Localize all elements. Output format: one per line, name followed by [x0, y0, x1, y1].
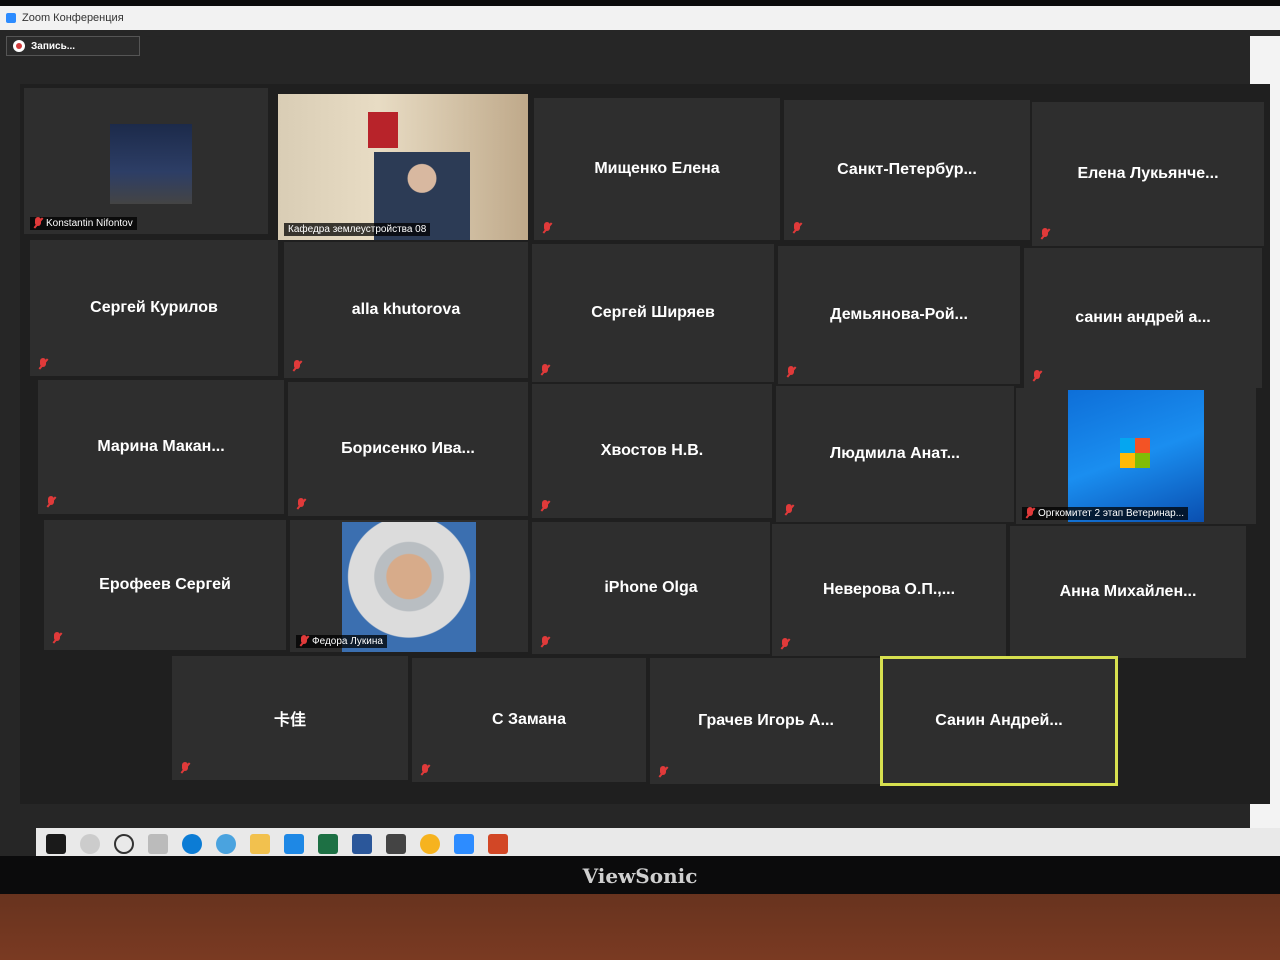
- mic-muted-icon: [38, 358, 48, 370]
- mic-muted-icon: [299, 635, 309, 647]
- monitor-brand: ViewSonic: [582, 864, 698, 888]
- participant-name: alla khutorova: [351, 301, 461, 318]
- participant-tile[interactable]: Хвостов Н.В.: [532, 384, 772, 518]
- participant-video: [110, 124, 192, 204]
- mic-muted-icon: [292, 360, 302, 372]
- 1c-icon[interactable]: [420, 834, 440, 854]
- mic-muted-icon: [780, 638, 790, 650]
- participant-tile[interactable]: Федора Лукина: [290, 520, 528, 652]
- start-icon[interactable]: [46, 834, 66, 854]
- task-view-icon[interactable]: [148, 834, 168, 854]
- mic-muted-icon: [1032, 370, 1042, 382]
- store-icon[interactable]: [386, 834, 406, 854]
- mic-muted-icon: [33, 217, 43, 229]
- mic-muted-icon: [540, 364, 550, 376]
- zoom-taskbar-icon[interactable]: [454, 834, 474, 854]
- excel-icon[interactable]: [318, 834, 338, 854]
- participant-tile[interactable]: alla khutorova: [284, 242, 528, 378]
- participant-name: Грачев Игорь А...: [698, 712, 834, 729]
- participant-name: Хвостов Н.В.: [600, 442, 704, 459]
- participant-name: Сергей Курилов: [90, 299, 218, 316]
- mic-muted-icon: [296, 498, 306, 510]
- coat-of-arms-icon: [368, 112, 398, 148]
- mic-muted-icon: [786, 366, 796, 378]
- search-icon[interactable]: [80, 834, 100, 854]
- gallery-view: Konstantin Nifontov Кафедра землеустройс…: [20, 84, 1270, 804]
- participant-tile[interactable]: Анна Михайлен...: [1010, 526, 1246, 658]
- mic-muted-icon: [1025, 507, 1035, 519]
- window-title: Zoom Конференция: [22, 12, 124, 24]
- participant-label: Konstantin Nifontov: [30, 217, 137, 230]
- edge-icon[interactable]: [182, 834, 202, 854]
- participant-name: Борисенко Ива...: [341, 440, 475, 457]
- active-speaker-tile[interactable]: Санин Андрей...: [880, 656, 1118, 786]
- record-icon: [13, 40, 25, 52]
- mic-muted-icon: [542, 222, 552, 234]
- participant-name: Демьянова-Рой...: [830, 306, 968, 323]
- mail-icon[interactable]: [284, 834, 304, 854]
- participant-name: С Замана: [491, 711, 566, 728]
- mic-muted-icon: [784, 504, 794, 516]
- window-titlebar: Zoom Конференция: [0, 6, 1280, 30]
- participant-tile[interactable]: Елена Лукьянче...: [1032, 102, 1264, 246]
- participant-tile[interactable]: Грачев Игорь А...: [650, 658, 882, 784]
- participant-tile[interactable]: Неверова О.П.,...: [772, 524, 1006, 656]
- participant-name: iPhone Olga: [604, 579, 698, 596]
- participant-name: Мищенко Елена: [594, 160, 720, 177]
- participant-tile[interactable]: 卡佳: [172, 656, 408, 780]
- participant-video: [342, 522, 476, 652]
- participant-tile[interactable]: Мищенко Елена: [534, 98, 780, 240]
- participant-tile[interactable]: iPhone Olga: [532, 522, 770, 654]
- participant-name: Санкт-Петербур...: [837, 161, 977, 178]
- windows-logo-icon: [1120, 438, 1150, 468]
- recording-label: Запись...: [31, 40, 76, 52]
- cortana-icon[interactable]: [114, 834, 134, 854]
- participant-tile[interactable]: Кафедра землеустройства 08: [278, 94, 528, 240]
- participant-name: Елена Лукьянче...: [1077, 165, 1219, 182]
- participant-name: 卡佳: [273, 712, 306, 729]
- participant-name: Неверова О.П.,...: [822, 581, 956, 598]
- mic-muted-icon: [540, 636, 550, 648]
- participant-name: Марина Макан...: [97, 438, 225, 455]
- participant-tile[interactable]: С Замана: [412, 658, 646, 782]
- participant-label: Федора Лукина: [296, 635, 387, 648]
- powerpoint-icon[interactable]: [488, 834, 508, 854]
- ie-icon[interactable]: [216, 834, 236, 854]
- participant-name: санин андрей а...: [1075, 309, 1211, 326]
- participant-tile[interactable]: Людмила Анат...: [776, 386, 1014, 522]
- participant-name: Ерофеев Сергей: [99, 576, 231, 593]
- participant-name: Сергей Ширяев: [591, 304, 715, 321]
- mic-muted-icon: [180, 762, 190, 774]
- mic-muted-icon: [420, 764, 430, 776]
- word-icon[interactable]: [352, 834, 372, 854]
- mic-muted-icon: [1040, 228, 1050, 240]
- mic-muted-icon: [540, 500, 550, 512]
- monitor-screen: Zoom Конференция Запись... Konstantin Ni…: [0, 6, 1280, 856]
- photo-scene: Zoom Конференция Запись... Konstantin Ni…: [0, 0, 1280, 960]
- windows-taskbar: [36, 828, 1280, 856]
- participant-tile[interactable]: Оргкомитет 2 этап Ветеринар...: [1016, 388, 1256, 524]
- zoom-logo-icon: [6, 13, 16, 23]
- participant-tile[interactable]: Борисенко Ива...: [288, 382, 528, 516]
- file-explorer-icon[interactable]: [250, 834, 270, 854]
- participant-tile[interactable]: Демьянова-Рой...: [778, 246, 1020, 384]
- participant-label: Кафедра землеустройства 08: [284, 223, 431, 236]
- participant-tile[interactable]: Сергей Ширяев: [532, 244, 774, 382]
- participant-label: Оргкомитет 2 этап Ветеринар...: [1022, 507, 1189, 520]
- mic-muted-icon: [46, 496, 56, 508]
- mic-muted-icon: [52, 632, 62, 644]
- participant-tile[interactable]: санин андрей а...: [1024, 248, 1262, 388]
- participant-tile[interactable]: Konstantin Nifontov: [24, 88, 268, 234]
- participant-name: Людмила Анат...: [830, 445, 960, 462]
- participant-tile[interactable]: Сергей Курилов: [30, 240, 278, 376]
- participant-tile[interactable]: Ерофеев Сергей: [44, 520, 286, 650]
- participant-name: Санин Андрей...: [935, 712, 1063, 729]
- mic-muted-icon: [792, 222, 802, 234]
- participant-name: Анна Михайлен...: [1059, 583, 1197, 600]
- participant-tile[interactable]: Марина Макан...: [38, 380, 284, 514]
- recording-indicator[interactable]: Запись...: [6, 36, 140, 56]
- participant-tile[interactable]: Санкт-Петербур...: [784, 100, 1030, 240]
- mic-muted-icon: [658, 766, 668, 778]
